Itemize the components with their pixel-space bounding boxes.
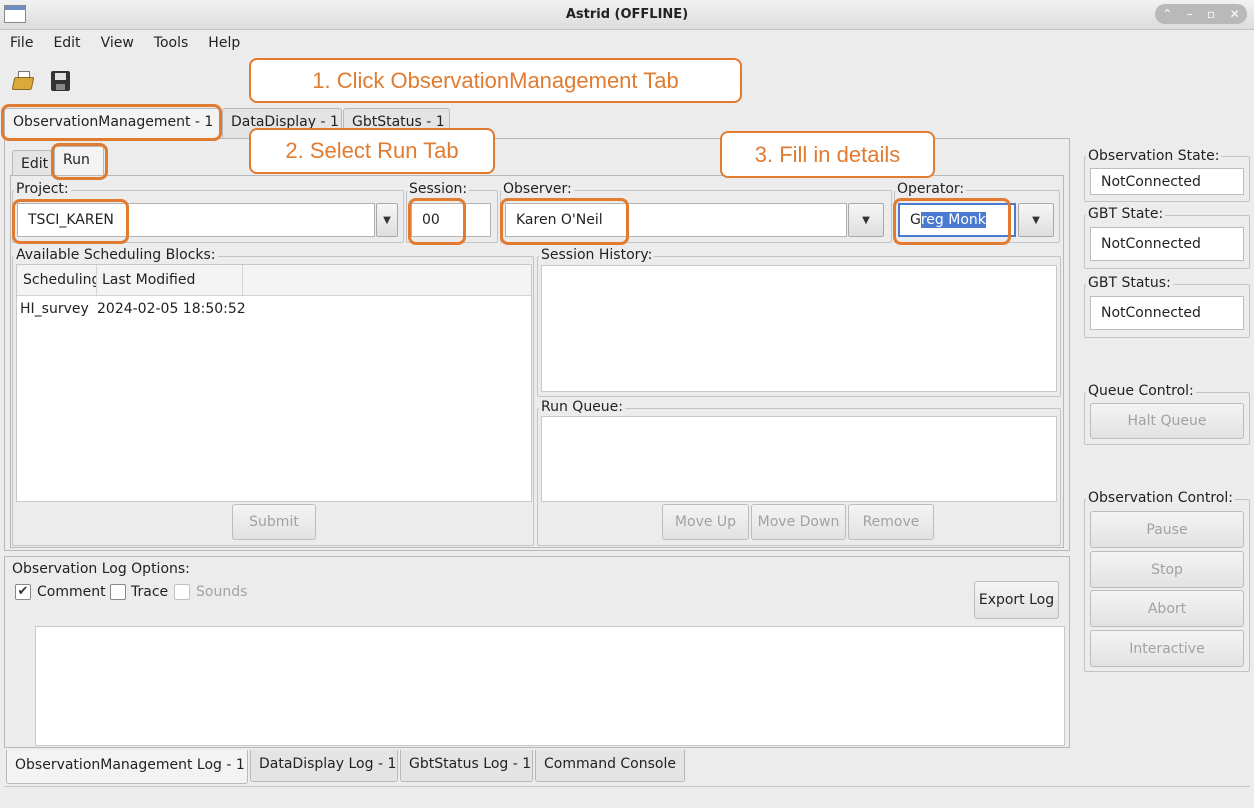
menu-bar: File Edit View Tools Help bbox=[0, 32, 250, 56]
window-controls: ⌃ – ▫ ✕ bbox=[1155, 4, 1247, 24]
chevron-down-icon: ▼ bbox=[862, 214, 870, 226]
sounds-checkbox[interactable] bbox=[174, 584, 190, 600]
tab-data-display-log[interactable]: DataDisplay Log - 1 bbox=[250, 750, 398, 782]
submit-button[interactable]: Submit bbox=[232, 504, 316, 540]
stop-button[interactable]: Stop bbox=[1090, 551, 1244, 588]
row-name: HI_survey bbox=[20, 301, 89, 317]
operator-text-prefix: G bbox=[910, 212, 921, 228]
session-history-label: Session History: bbox=[539, 247, 655, 263]
session-history-list[interactable] bbox=[541, 265, 1057, 392]
menu-tools[interactable]: Tools bbox=[144, 32, 199, 56]
gbt-status-value: NotConnected bbox=[1090, 296, 1244, 330]
minimize-icon[interactable]: – bbox=[1187, 7, 1193, 21]
observation-state-label: Observation State: bbox=[1086, 148, 1222, 164]
menu-help[interactable]: Help bbox=[198, 32, 250, 56]
operator-selected-text: reg Monk bbox=[920, 212, 986, 228]
operator-dropdown-button[interactable]: ▼ bbox=[1018, 203, 1054, 237]
observer-label: Observer: bbox=[501, 181, 574, 197]
observer-dropdown-button[interactable]: ▼ bbox=[848, 203, 884, 237]
observation-state-value: NotConnected bbox=[1090, 168, 1244, 195]
move-up-button[interactable]: Move Up bbox=[662, 504, 749, 540]
maximize-up-icon[interactable]: ⌃ bbox=[1162, 7, 1172, 21]
status-bar bbox=[4, 786, 1250, 808]
project-label: Project: bbox=[14, 181, 71, 197]
close-icon[interactable]: ✕ bbox=[1230, 7, 1240, 21]
tab-edit[interactable]: Edit bbox=[12, 150, 52, 176]
menu-edit[interactable]: Edit bbox=[43, 32, 90, 56]
callout-step-1: 1. Click ObservationManagement Tab bbox=[249, 58, 742, 103]
tab-observation-management-log[interactable]: ObservationManagement Log - 1 bbox=[6, 750, 248, 784]
abort-button[interactable]: Abort bbox=[1090, 590, 1244, 627]
gbt-status-label: GBT Status: bbox=[1086, 275, 1173, 291]
menu-file[interactable]: File bbox=[0, 32, 43, 56]
project-dropdown-button[interactable]: ▼ bbox=[376, 203, 398, 237]
column-header-scheduling[interactable]: Scheduling bbox=[17, 265, 97, 296]
queue-control-label: Queue Control: bbox=[1086, 383, 1196, 399]
log-text-area[interactable] bbox=[35, 626, 1065, 746]
column-header-empty bbox=[243, 265, 531, 296]
interactive-button[interactable]: Interactive bbox=[1090, 630, 1244, 667]
callout-step-2: 2. Select Run Tab bbox=[249, 128, 495, 174]
session-label: Session: bbox=[407, 181, 470, 197]
project-combobox[interactable]: TSCI_KAREN bbox=[17, 203, 375, 237]
open-folder-icon[interactable] bbox=[11, 70, 36, 92]
halt-queue-button[interactable]: Halt Queue bbox=[1090, 403, 1244, 439]
gbt-state-label: GBT State: bbox=[1086, 206, 1166, 222]
tab-gbt-status-log[interactable]: GbtStatus Log - 1 bbox=[400, 750, 533, 782]
scheduling-blocks-label: Available Scheduling Blocks: bbox=[14, 247, 218, 263]
tab-observation-management[interactable]: ObservationManagement - 1 bbox=[4, 108, 220, 139]
operator-label: Operator: bbox=[895, 181, 967, 197]
table-row[interactable]: HI_survey 2024-02-05 18:50:52 bbox=[17, 298, 531, 322]
sounds-label: Sounds bbox=[196, 584, 248, 600]
export-log-button[interactable]: Export Log bbox=[974, 581, 1059, 619]
tab-command-console[interactable]: Command Console bbox=[535, 750, 685, 782]
trace-checkbox[interactable] bbox=[110, 584, 126, 600]
row-modified: 2024-02-05 18:50:52 bbox=[97, 301, 246, 317]
run-queue-list[interactable] bbox=[541, 416, 1057, 502]
callout-step-3: 3. Fill in details bbox=[720, 131, 935, 178]
save-disk-icon[interactable] bbox=[49, 70, 73, 92]
move-down-button[interactable]: Move Down bbox=[751, 504, 846, 540]
chevron-down-icon: ▼ bbox=[1032, 214, 1040, 226]
window-title: Astrid (OFFLINE) bbox=[565, 7, 689, 22]
operator-combobox[interactable]: Greg Monk bbox=[898, 203, 1016, 237]
comment-checkbox[interactable]: ✔ bbox=[15, 584, 31, 600]
observer-combobox[interactable]: Karen O'Neil bbox=[505, 203, 847, 237]
trace-label: Trace bbox=[131, 584, 169, 600]
chevron-down-icon: ▼ bbox=[383, 214, 391, 226]
observation-control-label: Observation Control: bbox=[1086, 490, 1236, 506]
column-header-last-modified[interactable]: Last Modified bbox=[97, 265, 243, 296]
restore-icon[interactable]: ▫ bbox=[1207, 7, 1215, 21]
run-queue-label: Run Queue: bbox=[539, 399, 626, 415]
title-bar: Astrid (OFFLINE) ⌃ – ▫ ✕ bbox=[0, 0, 1254, 30]
log-options-label: Observation Log Options: bbox=[12, 561, 190, 577]
session-input[interactable]: 00 bbox=[411, 203, 491, 237]
pause-button[interactable]: Pause bbox=[1090, 511, 1244, 548]
gbt-state-value: NotConnected bbox=[1090, 227, 1244, 261]
remove-button[interactable]: Remove bbox=[848, 504, 934, 540]
menu-view[interactable]: View bbox=[91, 32, 144, 56]
comment-label: Comment bbox=[37, 584, 106, 600]
tab-run[interactable]: Run bbox=[54, 146, 104, 176]
